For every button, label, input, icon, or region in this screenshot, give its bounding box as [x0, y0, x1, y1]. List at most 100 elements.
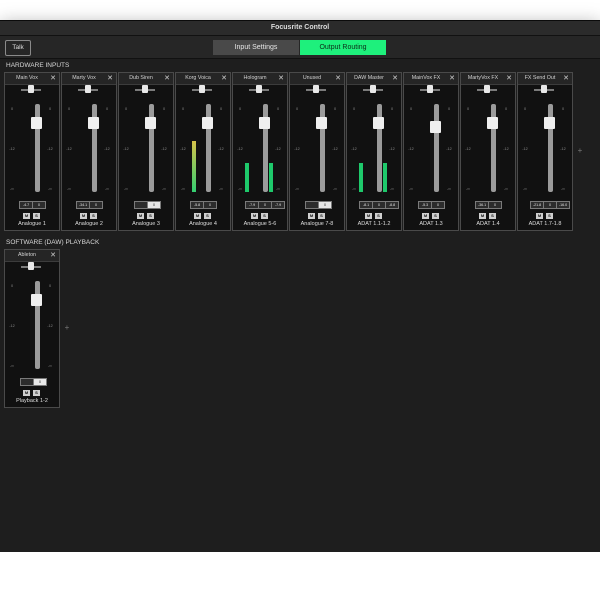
mute-button[interactable]: M [479, 213, 486, 219]
gain-value-box[interactable]: 0 [543, 201, 557, 209]
pan-knob[interactable] [28, 262, 34, 270]
close-icon[interactable]: ✕ [164, 73, 170, 84]
scale-label-left: -∞ [466, 187, 470, 191]
pan-knob[interactable] [85, 85, 91, 93]
gain-value-box[interactable]: 0 [33, 378, 47, 386]
gain-value-box[interactable]: -8.8 [385, 201, 399, 209]
fader-handle[interactable] [373, 117, 384, 129]
gain-value-box[interactable]: -7.9 [245, 201, 259, 209]
close-icon[interactable]: ✕ [50, 73, 56, 84]
mute-button[interactable]: M [251, 213, 258, 219]
solo-button[interactable]: S [33, 213, 40, 219]
gain-value-box[interactable]: -16.0 [556, 201, 570, 209]
strip-output-label: ADAT 1.7-1.8 [528, 221, 562, 227]
gain-value-box[interactable]: 0 [89, 201, 103, 209]
gain-value-box[interactable]: -4.7 [19, 201, 33, 209]
strip-name: Marty Vox [72, 75, 96, 81]
close-icon[interactable]: ✕ [221, 73, 227, 84]
tab-input-settings[interactable]: Input Settings [213, 40, 299, 55]
pan-knob[interactable] [484, 85, 490, 93]
scale-label-left: -∞ [523, 187, 527, 191]
fader-handle[interactable] [31, 117, 42, 129]
gain-value-box[interactable]: 0 [203, 201, 217, 209]
channel-strip: Ableton ✕ 0 0 -12 -12 -∞ -∞ 0 M S Playback 1-2 [4, 249, 60, 408]
add-strip-button[interactable]: + [574, 72, 586, 231]
talk-button[interactable]: Talk [5, 40, 31, 56]
close-icon[interactable]: ✕ [50, 250, 56, 261]
solo-button[interactable]: S [33, 390, 40, 396]
gain-value-box[interactable]: -7.9 [271, 201, 285, 209]
scale-label-right: -12 [104, 147, 110, 151]
pan-knob[interactable] [28, 85, 34, 93]
fader-track[interactable] [434, 104, 439, 192]
fader-handle[interactable] [202, 117, 213, 129]
gain-value-box[interactable]: 0 [431, 201, 445, 209]
gain-value-box[interactable]: -34.1 [76, 201, 90, 209]
close-icon[interactable]: ✕ [335, 73, 341, 84]
gain-value-box[interactable]: -8.1 [359, 201, 373, 209]
mute-button[interactable]: M [80, 213, 87, 219]
fader-handle[interactable] [316, 117, 327, 129]
pan-knob[interactable] [256, 85, 262, 93]
scale-label-right: -∞ [48, 364, 52, 368]
gain-value-box[interactable]: 0 [488, 201, 502, 209]
fader-handle[interactable] [31, 294, 42, 306]
solo-button[interactable]: S [90, 213, 97, 219]
mute-button[interactable]: M [308, 213, 315, 219]
fader-handle[interactable] [145, 117, 156, 129]
gain-value-box[interactable]: 0 [318, 201, 332, 209]
tab-output-routing[interactable]: Output Routing [300, 40, 386, 55]
pan-knob[interactable] [199, 85, 205, 93]
pan-knob[interactable] [142, 85, 148, 93]
scale-label-left: -∞ [10, 364, 14, 368]
solo-button[interactable]: S [375, 213, 382, 219]
gain-value-box[interactable]: 0 [32, 201, 46, 209]
close-icon[interactable]: ✕ [107, 73, 113, 84]
strip-header: Marty Vox ✕ [62, 73, 116, 85]
fader-handle[interactable] [544, 117, 555, 129]
add-strip-button[interactable]: + [61, 249, 73, 408]
channel-strip: Unused ✕ 0 0 -12 -12 -∞ -∞ 0 M S Analogue 7-8 [289, 72, 345, 231]
strip-header: DAW Master ✕ [347, 73, 401, 85]
fader-handle[interactable] [430, 121, 441, 133]
scale-label-right: -12 [446, 147, 452, 151]
gain-value-box[interactable]: -36.1 [475, 201, 489, 209]
close-icon[interactable]: ✕ [392, 73, 398, 84]
solo-button[interactable]: S [318, 213, 325, 219]
mute-button[interactable]: M [194, 213, 201, 219]
pan-knob[interactable] [370, 85, 376, 93]
scale-label-left: -∞ [295, 187, 299, 191]
mute-button[interactable]: M [23, 390, 30, 396]
mute-button[interactable]: M [536, 213, 543, 219]
solo-button[interactable]: S [147, 213, 154, 219]
solo-button[interactable]: S [261, 213, 268, 219]
solo-button[interactable]: S [546, 213, 553, 219]
pan-knob[interactable] [541, 85, 547, 93]
mute-button[interactable]: M [422, 213, 429, 219]
mute-button[interactable]: M [137, 213, 144, 219]
gain-value-box[interactable]: 0 [372, 201, 386, 209]
close-icon[interactable]: ✕ [449, 73, 455, 84]
gain-value-box[interactable]: 0 [147, 201, 161, 209]
pan-knob[interactable] [313, 85, 319, 93]
close-icon[interactable]: ✕ [563, 73, 569, 84]
mute-button[interactable]: M [23, 213, 30, 219]
scale-label-left: -∞ [409, 187, 413, 191]
close-icon[interactable]: ✕ [506, 73, 512, 84]
strip-output-label: Analogue 4 [189, 221, 217, 227]
scale-label-right: -∞ [219, 187, 223, 191]
solo-button[interactable]: S [432, 213, 439, 219]
close-icon[interactable]: ✕ [278, 73, 284, 84]
gain-value-box[interactable]: -5.3 [418, 201, 432, 209]
fader-handle[interactable] [259, 117, 270, 129]
gain-value-box[interactable]: 0 [258, 201, 272, 209]
gain-value-box[interactable]: -5.8 [190, 201, 204, 209]
scale-label-right: -12 [218, 147, 224, 151]
mute-button[interactable]: M [365, 213, 372, 219]
fader-handle[interactable] [487, 117, 498, 129]
solo-button[interactable]: S [489, 213, 496, 219]
solo-button[interactable]: S [204, 213, 211, 219]
pan-knob[interactable] [427, 85, 433, 93]
gain-value-box[interactable]: -21.8 [530, 201, 544, 209]
fader-handle[interactable] [88, 117, 99, 129]
